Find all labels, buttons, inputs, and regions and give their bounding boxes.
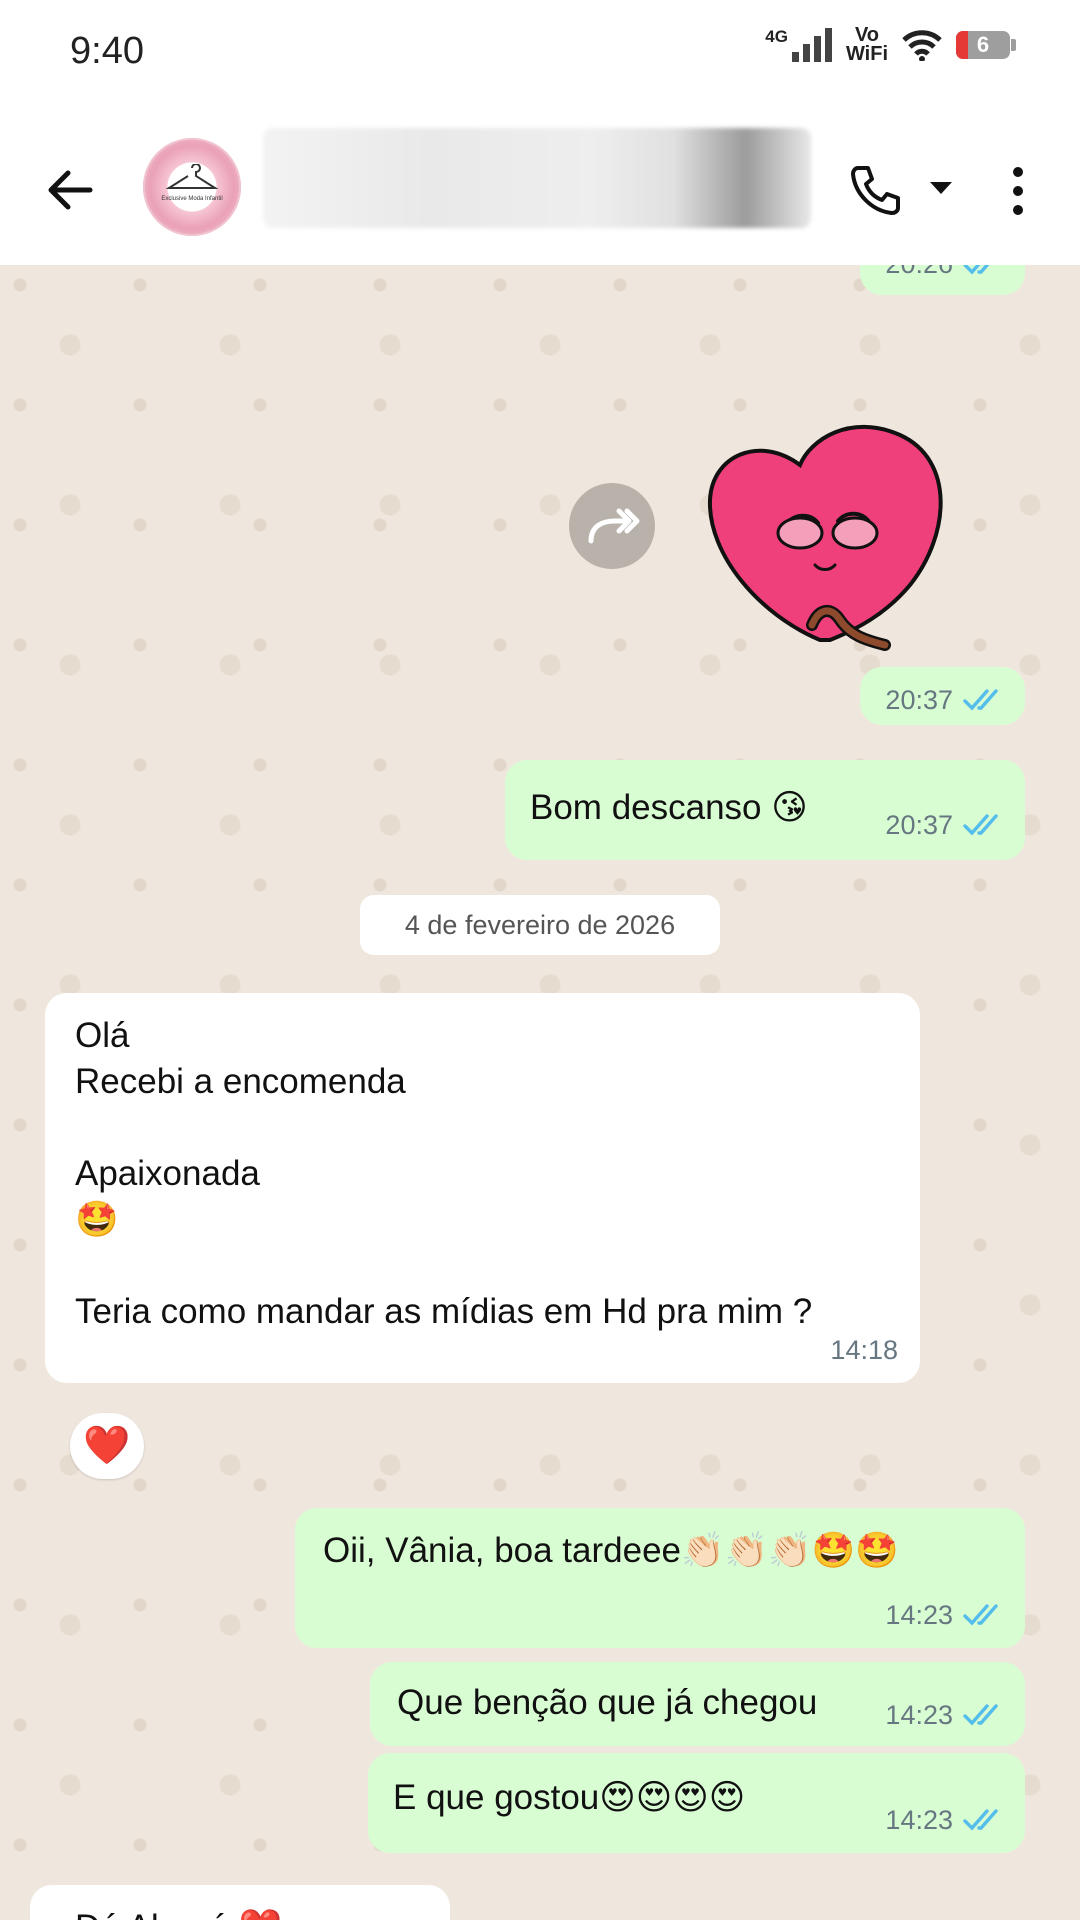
date-separator: 4 de fevereiro de 2026 <box>360 895 720 955</box>
message-bubble-incoming[interactable]: Olá Recebi a encomenda Apaixonada 🤩 Teri… <box>45 993 920 1383</box>
message-text: Olá Recebi a encomenda Apaixonada 🤩 Teri… <box>75 1016 813 1331</box>
message-text: Que benção que já chegou <box>397 1683 818 1722</box>
status-time: 9:40 <box>70 30 144 72</box>
status-icons: 4G Vo WiFi 6 <box>765 25 1016 65</box>
message-meta: 14:23 <box>885 1692 1005 1738</box>
message-meta: 20:37 <box>885 802 1005 848</box>
message-bubble-outgoing[interactable]: Que benção que já chegou 14:23 <box>370 1662 1025 1746</box>
signal-bars-icon <box>791 28 832 62</box>
message-bubble-incoming[interactable]: Dá Ahaná ❤️ <box>30 1885 450 1920</box>
wifi-icon <box>902 30 942 61</box>
message-time: 14:23 <box>885 1805 953 1835</box>
message-time: 20:37 <box>885 810 953 840</box>
message-bubble-outgoing[interactable]: 20:26 <box>860 265 1025 295</box>
message-text: Oii, Vânia, boa tardeee👏🏻👏🏻👏🏻🤩🤩 <box>323 1531 899 1570</box>
message-time: 14:23 <box>885 1600 953 1630</box>
chat-header: Exclusive Moda Infantil <box>0 110 1080 265</box>
message-meta: 14:18 <box>830 1327 898 1373</box>
message-time: 20:26 <box>885 265 953 287</box>
battery-level: 6 <box>976 32 990 57</box>
message-time: 20:37 <box>885 685 953 715</box>
vowifi-indicator: Vo WiFi <box>845 25 888 65</box>
hanger-icon <box>165 164 219 189</box>
contact-name-redacted[interactable] <box>263 128 811 228</box>
battery-icon: 6 <box>956 31 1016 59</box>
read-ticks-icon <box>963 1704 998 1726</box>
message-bubble-outgoing[interactable]: Oii, Vânia, boa tardeee👏🏻👏🏻👏🏻🤩🤩 14:23 <box>295 1508 1025 1648</box>
avatar[interactable]: Exclusive Moda Infantil <box>143 138 241 236</box>
network-type: 4G <box>765 27 788 46</box>
vowifi-bottom: WiFi <box>845 43 888 65</box>
read-ticks-icon <box>963 265 990 275</box>
message-bubble-outgoing[interactable]: 20:37 <box>860 667 1025 725</box>
message-meta: 20:37 <box>885 677 1005 723</box>
message-bubble-outgoing[interactable]: E que gostou😍😍😍😍 14:23 <box>368 1753 1025 1853</box>
read-ticks-icon <box>963 1809 998 1831</box>
back-arrow-icon[interactable] <box>40 160 100 220</box>
caret-down-icon[interactable] <box>930 182 952 194</box>
read-ticks-icon <box>963 1604 998 1626</box>
message-bubble-outgoing[interactable]: Bom descanso 😘 20:37 <box>505 760 1025 860</box>
heart-sticker[interactable] <box>700 415 960 665</box>
message-time: 14:23 <box>885 1700 953 1730</box>
more-vert-icon[interactable] <box>1003 162 1033 218</box>
chat-area[interactable]: 20:26 20:37 Bom descanso 😘 <box>0 265 1080 1920</box>
forward-icon <box>588 508 640 544</box>
message-meta: 14:23 <box>885 1797 1005 1843</box>
status-bar: 9:40 4G Vo WiFi 6 <box>0 0 1080 110</box>
read-ticks-icon <box>963 689 998 711</box>
cellular-signal: 4G <box>765 28 832 62</box>
message-meta: 14:23 <box>885 1592 1005 1638</box>
message-text: Dá Ahaná ❤️ <box>75 1905 282 1920</box>
forward-button[interactable] <box>569 483 655 569</box>
message-time: 14:18 <box>830 1335 898 1365</box>
message-text: E que gostou😍😍😍😍 <box>393 1778 746 1817</box>
phone-icon[interactable] <box>848 162 904 218</box>
message-text: Bom descanso 😘 <box>530 788 808 827</box>
message-meta: 20:26 <box>885 265 1005 287</box>
reaction-badge[interactable]: ❤️ <box>70 1413 144 1479</box>
read-ticks-icon <box>963 814 998 836</box>
avatar-label: Exclusive Moda Infantil <box>161 196 223 202</box>
